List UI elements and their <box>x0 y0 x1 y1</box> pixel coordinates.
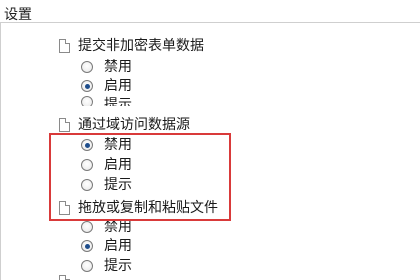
radio-button[interactable] <box>81 159 93 171</box>
option-label: 启用 <box>104 157 132 173</box>
settings-page: 设置 提交非加密表单数据 禁用 启用 提示 通过域访问数据源 禁用 启用 提示 … <box>0 0 420 280</box>
radio-button[interactable] <box>81 61 93 73</box>
option-enable[interactable]: 启用 <box>81 77 132 95</box>
document-icon <box>59 201 70 215</box>
document-icon <box>59 39 70 53</box>
tree-node-access-data-across-domains[interactable]: 通过域访问数据源 <box>59 115 190 135</box>
tree-node-drag-drop-copy-paste-files[interactable]: 拖放或复制和粘贴文件 <box>59 198 218 218</box>
option-enable[interactable]: 启用 <box>81 237 132 255</box>
option-label: 禁用 <box>104 59 132 75</box>
tree-node-submit-unencrypted-form[interactable]: 提交非加密表单数据 <box>59 36 204 56</box>
option-disable[interactable]: 禁用 <box>81 58 132 76</box>
option-disable[interactable]: 禁用 <box>81 136 132 154</box>
option-label: 禁用 <box>104 219 132 235</box>
radio-button[interactable] <box>81 96 93 106</box>
tree-node-label: 拖放或复制和粘贴文件 <box>78 200 218 216</box>
option-label: 提示 <box>104 97 132 106</box>
radio-button[interactable] <box>81 221 93 233</box>
tree-node-label: 通过域访问数据源 <box>78 117 190 133</box>
option-prompt[interactable]: 提示 <box>81 176 132 194</box>
radio-button-checked[interactable] <box>81 240 93 252</box>
settings-panel: 提交非加密表单数据 禁用 启用 提示 通过域访问数据源 禁用 启用 提示 拖放或… <box>0 22 420 280</box>
option-prompt[interactable]: 提示 <box>81 257 132 275</box>
radio-button-checked[interactable] <box>81 80 93 92</box>
tree-node-label: 提交非加密表单数据 <box>78 38 204 54</box>
tree-node-next-partial[interactable] <box>59 275 78 280</box>
option-disable[interactable]: 禁用 <box>81 218 132 236</box>
option-label: 启用 <box>104 238 132 254</box>
option-prompt[interactable]: 提示 <box>81 96 132 106</box>
radio-button-checked[interactable] <box>81 139 93 151</box>
radio-button[interactable] <box>81 260 93 272</box>
option-label: 提示 <box>104 177 132 193</box>
document-icon <box>59 118 70 132</box>
option-enable[interactable]: 启用 <box>81 156 132 174</box>
option-label: 禁用 <box>104 137 132 153</box>
document-icon <box>59 275 70 280</box>
radio-button[interactable] <box>81 179 93 191</box>
option-label: 启用 <box>104 78 132 94</box>
option-label: 提示 <box>104 258 132 274</box>
